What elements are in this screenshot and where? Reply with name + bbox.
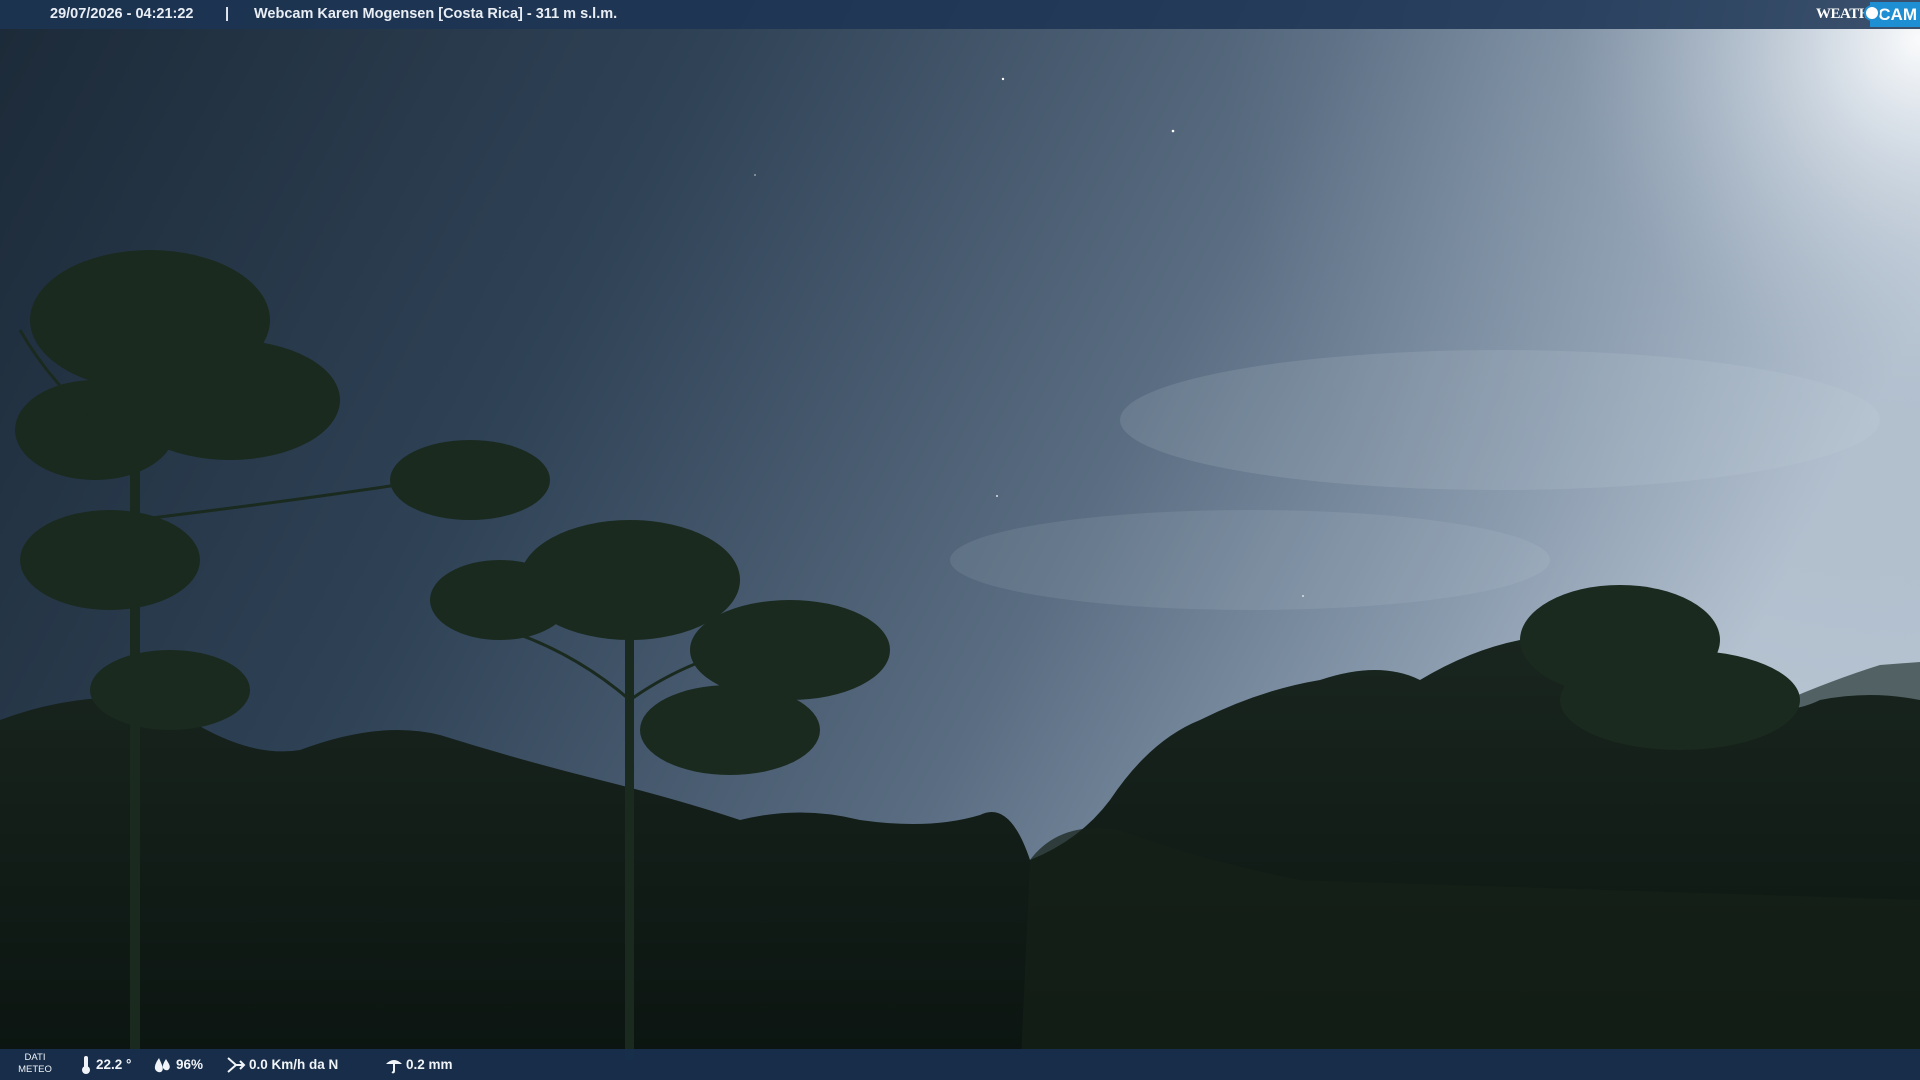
- humidity-icon: [154, 1058, 170, 1073]
- badge-line-1: DATI: [24, 1052, 46, 1063]
- temperature-value: 22.2 °: [96, 1057, 132, 1072]
- badge-line-2: METEO: [18, 1064, 52, 1075]
- humidity-reading: 96%: [152, 1049, 212, 1080]
- webcam-title: Webcam Karen Mogensen [Costa Rica] - 311…: [254, 6, 618, 22]
- logo-word-weather: WEATHER: [1816, 6, 1890, 22]
- weather-data-badge: DATI METEO: [14, 1052, 56, 1076]
- weathercam-logo[interactable]: WEATHER CAM: [1816, 0, 1920, 29]
- rain-reading: 0.2 mm: [384, 1049, 474, 1080]
- timestamp: 29/07/2026 - 04:21:22: [50, 6, 194, 22]
- info-header-bar: 29/07/2026 - 04:21:22 | Webcam Karen Mog…: [0, 0, 1920, 29]
- temperature-reading: 22.2 °: [80, 1049, 140, 1080]
- humidity-value: 96%: [176, 1057, 204, 1072]
- rain-value: 0.2 mm: [406, 1057, 453, 1072]
- webcam-image: [0, 0, 1920, 1080]
- wind-icon: [227, 1057, 246, 1073]
- logo-dot-icon: [1864, 5, 1880, 21]
- wind-reading: 0.0 Km/h da N: [226, 1049, 376, 1080]
- rain-icon: [386, 1060, 402, 1074]
- webcam-viewer: 29/07/2026 - 04:21:22 | Webcam Karen Mog…: [0, 0, 1920, 1080]
- thermometer-icon: [82, 1056, 90, 1074]
- weather-data-bar: DATI METEO 22.2 ° 96% 0.0 Km/h da N 0.2 …: [0, 1049, 1920, 1080]
- header-separator: |: [225, 6, 230, 22]
- wind-value: 0.0 Km/h da N: [249, 1057, 339, 1072]
